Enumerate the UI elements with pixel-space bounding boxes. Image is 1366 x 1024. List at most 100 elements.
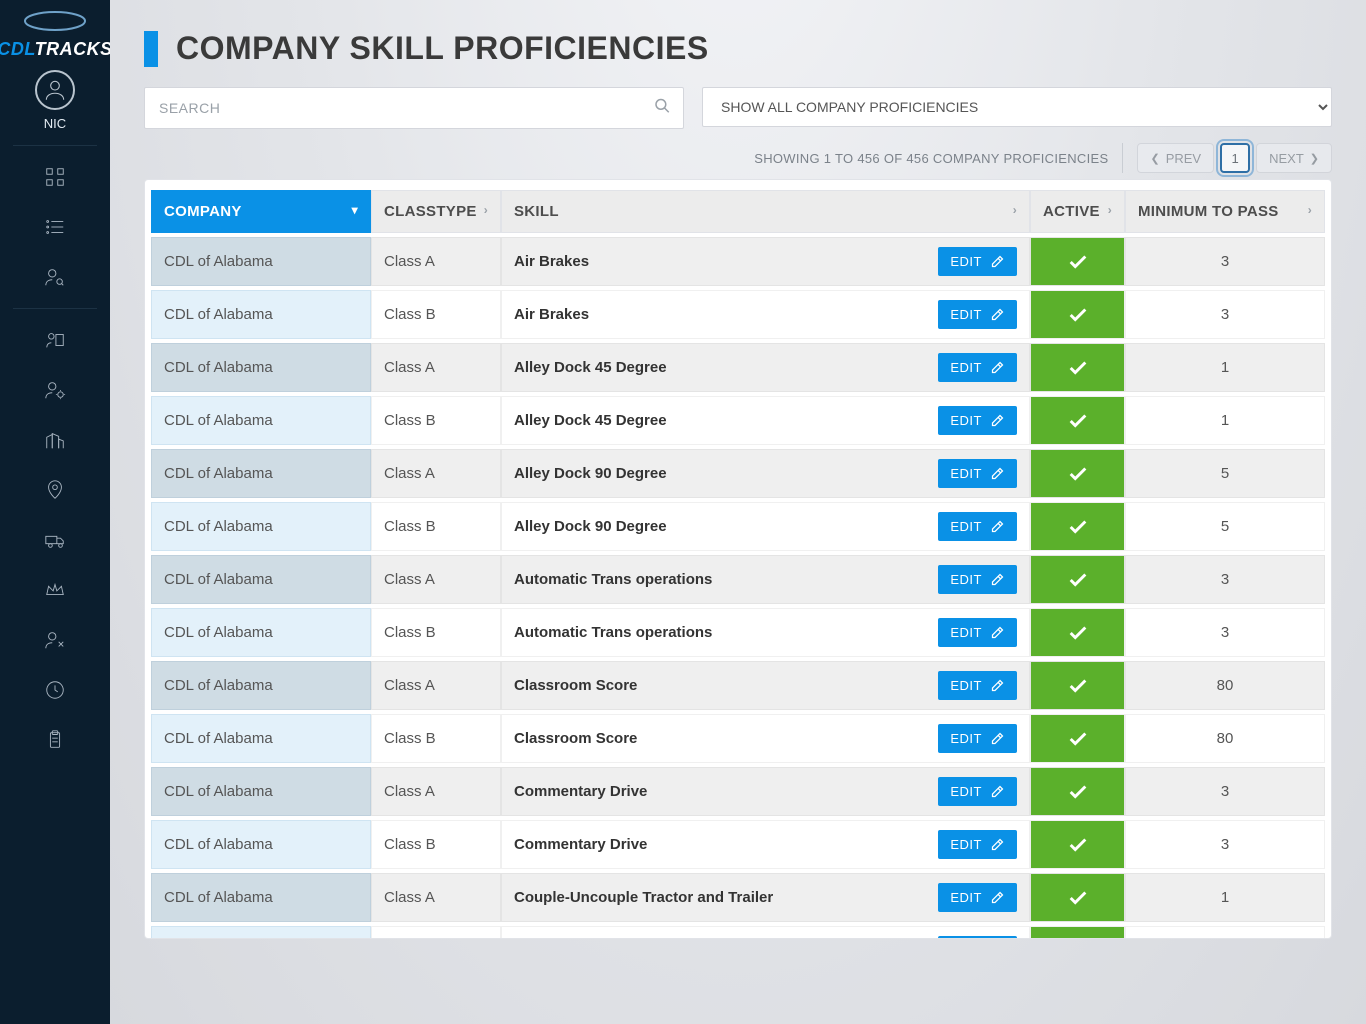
- edit-button[interactable]: EDIT: [938, 565, 1017, 594]
- cell-skill: Commentary Drive EDIT: [501, 820, 1030, 869]
- cell-skill: Alley Dock 45 Degree EDIT: [501, 343, 1030, 392]
- cell-active: [1030, 502, 1125, 551]
- sidebar-item-list[interactable]: [0, 202, 110, 252]
- sidebar-item-user-gear[interactable]: [0, 365, 110, 415]
- edit-label: EDIT: [950, 254, 982, 269]
- next-button[interactable]: NEXT ❯: [1256, 143, 1332, 173]
- next-label: NEXT: [1269, 151, 1304, 166]
- th-skill[interactable]: SKILL ›: [501, 190, 1030, 233]
- edit-button[interactable]: EDIT: [938, 406, 1017, 435]
- user-gear-icon: [44, 379, 66, 401]
- edit-icon: [990, 837, 1005, 852]
- skill-name: Couple-Uncouple Tractor and Trailer: [514, 889, 773, 906]
- edit-button[interactable]: EDIT: [938, 830, 1017, 859]
- edit-button[interactable]: EDIT: [938, 459, 1017, 488]
- search-input[interactable]: [145, 88, 683, 128]
- active-chip: [1031, 874, 1124, 921]
- meta-row: SHOWING 1 TO 456 OF 456 COMPANY PROFICIE…: [144, 143, 1332, 173]
- edit-icon: [990, 890, 1005, 905]
- sidebar-item-buildings[interactable]: [0, 415, 110, 465]
- active-chip: [1031, 397, 1124, 444]
- th-min-label: MINIMUM TO PASS: [1138, 203, 1279, 220]
- edit-button[interactable]: EDIT: [938, 247, 1017, 276]
- cell-company: CDL of Alabama: [151, 502, 371, 551]
- edit-button[interactable]: EDIT: [938, 618, 1017, 647]
- search-icon: [653, 97, 671, 120]
- cell-min: 5: [1125, 449, 1325, 498]
- check-icon: [1067, 887, 1089, 909]
- check-icon: [1067, 675, 1089, 697]
- edit-button[interactable]: EDIT: [938, 671, 1017, 700]
- filter-select[interactable]: SHOW ALL COMPANY PROFICIENCIES: [702, 87, 1332, 127]
- cell-active: [1030, 714, 1125, 763]
- edit-button[interactable]: EDIT: [938, 777, 1017, 806]
- edit-icon: [990, 784, 1005, 799]
- sidebar-item-truck[interactable]: [0, 515, 110, 565]
- cell-active: [1030, 396, 1125, 445]
- th-active[interactable]: ACTIVE ›: [1030, 190, 1125, 233]
- th-skill-label: SKILL: [514, 203, 559, 220]
- cell-classtype: Class A: [371, 661, 501, 710]
- skill-name: Alley Dock 90 Degree: [514, 518, 667, 535]
- edit-icon: [990, 413, 1005, 428]
- cell-company: CDL of Alabama: [151, 290, 371, 339]
- chevron-right-icon: ›: [1308, 203, 1312, 217]
- chevron-right-icon: ›: [484, 203, 488, 217]
- prev-button[interactable]: ❮ PREV: [1137, 143, 1214, 173]
- showing-text: SHOWING 1 TO 456 OF 456 COMPANY PROFICIE…: [754, 151, 1108, 166]
- edit-button[interactable]: EDIT: [938, 724, 1017, 753]
- sidebar-item-grid[interactable]: [0, 152, 110, 202]
- cell-classtype: Class A: [371, 449, 501, 498]
- sidebar-item-crown[interactable]: [0, 565, 110, 615]
- edit-label: EDIT: [950, 837, 982, 852]
- edit-icon: [990, 254, 1005, 269]
- sidebar-item-clock[interactable]: [0, 665, 110, 715]
- cell-company: CDL of Alabama: [151, 714, 371, 763]
- edit-button[interactable]: EDIT: [938, 883, 1017, 912]
- cell-active: [1030, 343, 1125, 392]
- sidebar-item-user-x[interactable]: [0, 615, 110, 665]
- cell-active: [1030, 767, 1125, 816]
- active-chip: [1031, 609, 1124, 656]
- edit-button[interactable]: EDIT: [938, 936, 1017, 939]
- page-number[interactable]: 1: [1220, 143, 1250, 173]
- list-icon: [44, 216, 66, 238]
- edit-button[interactable]: EDIT: [938, 353, 1017, 382]
- th-classtype[interactable]: CLASSTYPE ›: [371, 190, 501, 233]
- edit-label: EDIT: [950, 678, 982, 693]
- th-min[interactable]: MINIMUM TO PASS ›: [1125, 190, 1325, 233]
- app-logo: CDLTRACKS: [0, 0, 113, 64]
- th-classtype-label: CLASSTYPE: [384, 203, 477, 220]
- sidebar-item-map-pin[interactable]: [0, 465, 110, 515]
- check-icon: [1067, 622, 1089, 644]
- avatar[interactable]: [35, 70, 75, 110]
- cell-skill: Classroom ScoreEDIT: [501, 661, 1030, 710]
- cell-skill: Couple-Uncouple Tractor and Trailer EDIT: [501, 873, 1030, 922]
- edit-button[interactable]: EDIT: [938, 300, 1017, 329]
- sidebar-item-clipboard[interactable]: [0, 715, 110, 765]
- cell-classtype: Class B: [371, 926, 501, 939]
- edit-label: EDIT: [950, 572, 982, 587]
- table-wrap: COMPANY ▾ CLASSTYPE › SKILL › ACTIVE ›: [144, 179, 1332, 939]
- edit-label: EDIT: [950, 466, 982, 481]
- search-wrap: [144, 87, 684, 129]
- table-row: CDL of AlabamaClass AClassroom ScoreEDIT…: [151, 661, 1325, 710]
- cell-active: [1030, 449, 1125, 498]
- sidebar-item-user-board[interactable]: [0, 315, 110, 365]
- skill-name: Commentary Drive: [514, 836, 647, 853]
- cell-company: CDL of Alabama: [151, 661, 371, 710]
- edit-icon: [990, 625, 1005, 640]
- th-company[interactable]: COMPANY ▾: [151, 190, 371, 233]
- edit-button[interactable]: EDIT: [938, 512, 1017, 541]
- cell-company: CDL of Alabama: [151, 820, 371, 869]
- table-header-row: COMPANY ▾ CLASSTYPE › SKILL › ACTIVE ›: [151, 190, 1325, 233]
- user-search-icon: [44, 266, 66, 288]
- skill-name: Alley Dock 45 Degree: [514, 359, 667, 376]
- logo-left: CDL: [0, 39, 35, 59]
- cell-classtype: Class A: [371, 767, 501, 816]
- cell-company: CDL of Alabama: [151, 396, 371, 445]
- sidebar-item-user-search[interactable]: [0, 252, 110, 302]
- active-chip: [1031, 344, 1124, 391]
- table-row: CDL of AlabamaClass BCouple-Uncouple Tra…: [151, 926, 1325, 939]
- table-row: CDL of AlabamaClass BClassroom ScoreEDIT…: [151, 714, 1325, 763]
